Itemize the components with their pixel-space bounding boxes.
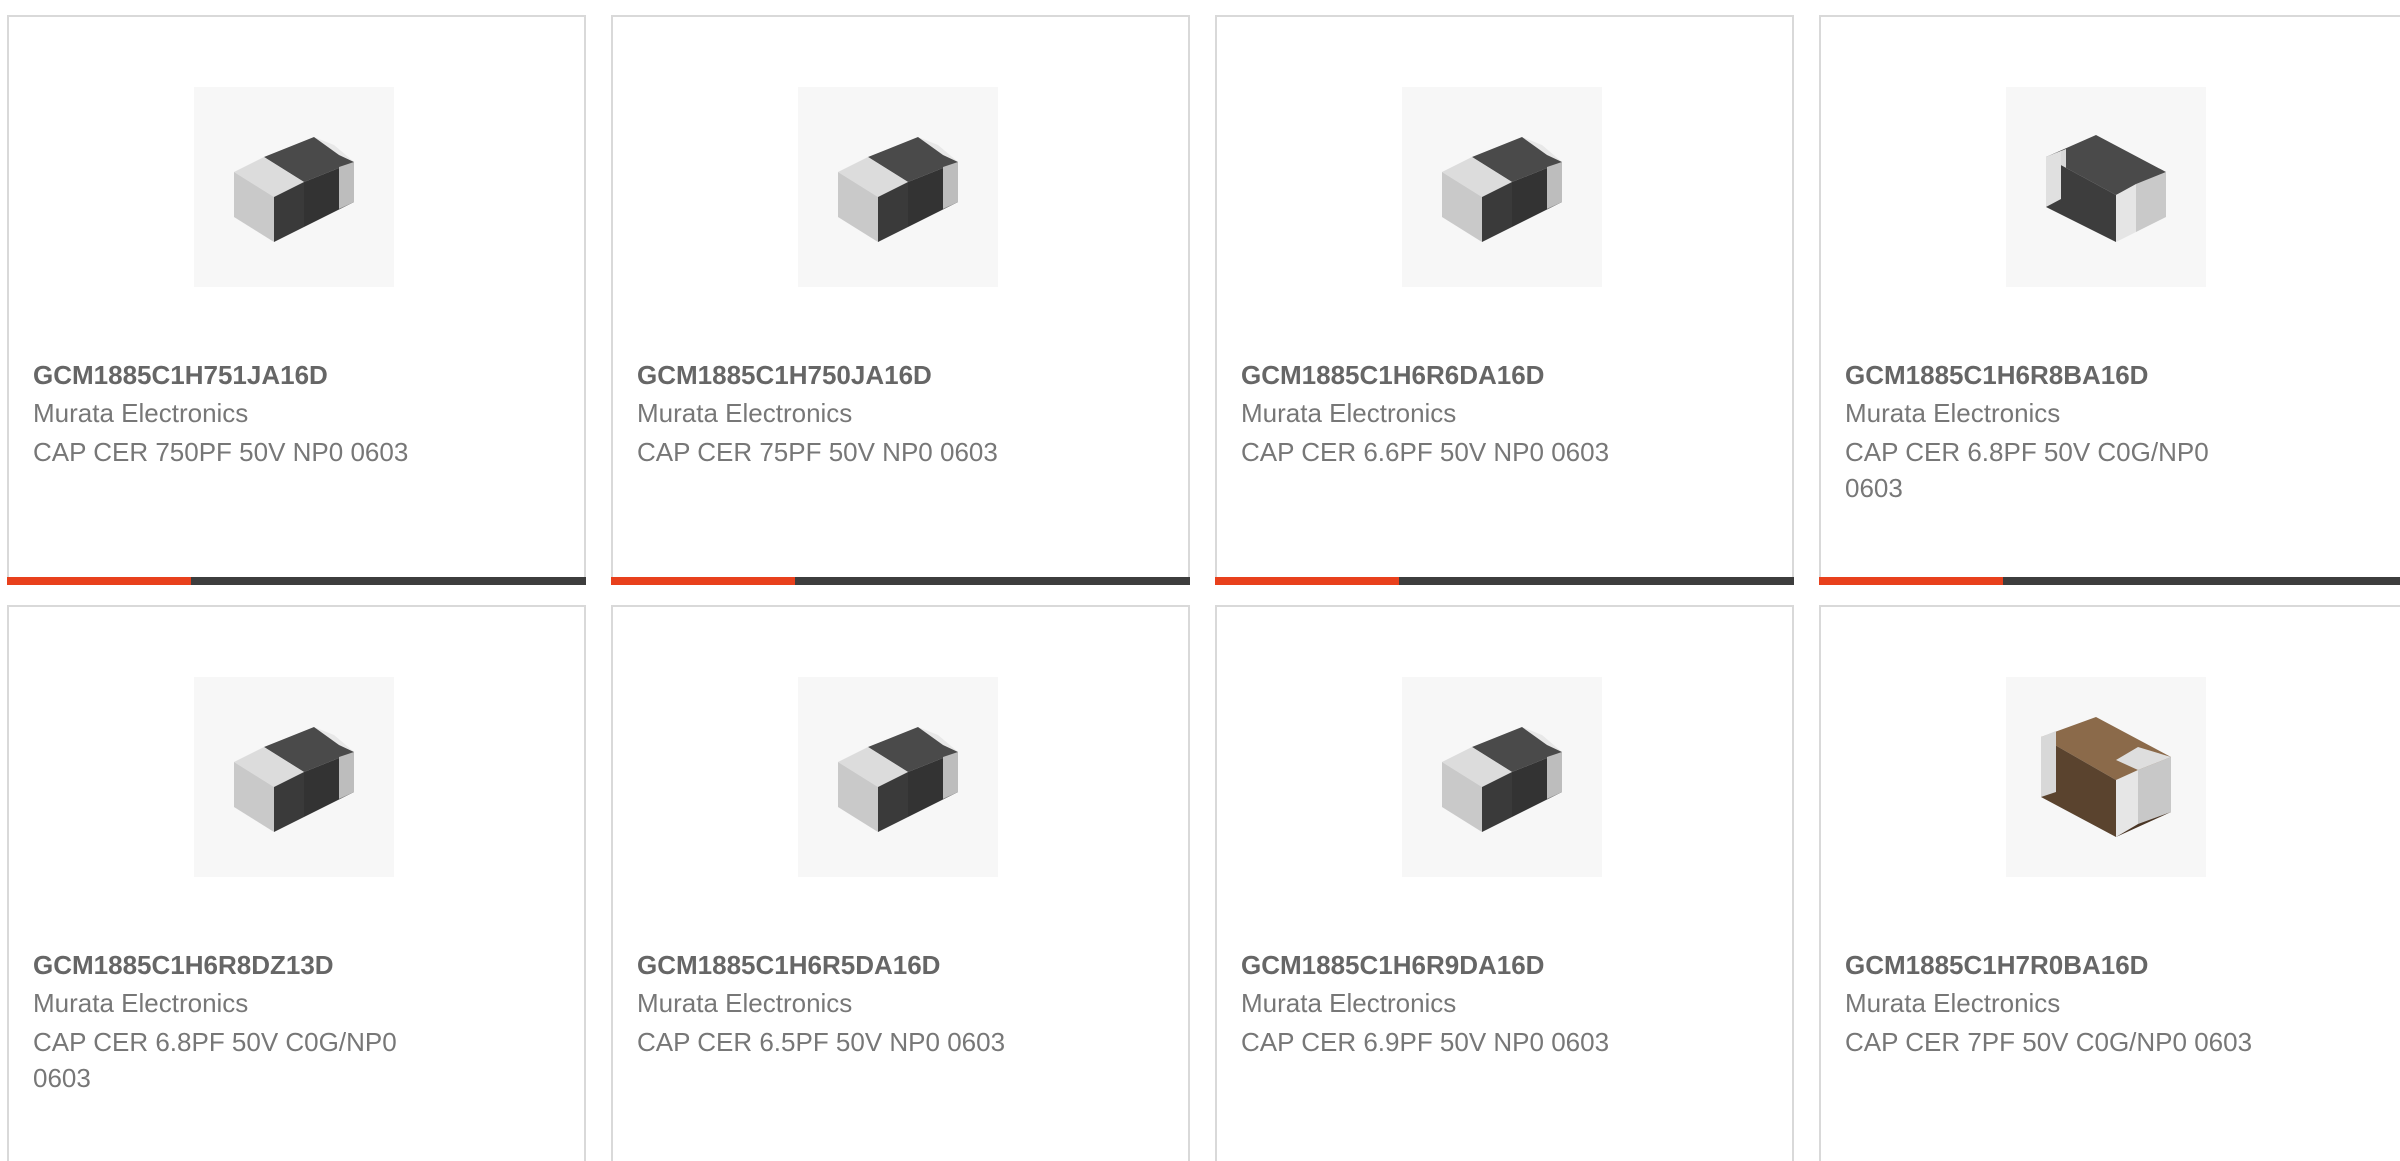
part-number[interactable]: GCM1885C1H6R9DA16D bbox=[1241, 950, 1544, 981]
capacitor-chip-icon bbox=[838, 137, 958, 242]
product-card[interactable]: GCM1885C1H6R6DA16D Murata Electronics CA… bbox=[1215, 15, 1794, 585]
card-bottom-bar bbox=[7, 577, 586, 585]
manufacturer: Murata Electronics bbox=[1241, 988, 1457, 1018]
product-image[interactable] bbox=[1402, 87, 1602, 287]
product-image[interactable] bbox=[1402, 677, 1602, 877]
product-image[interactable] bbox=[798, 87, 998, 287]
capacitor-chip-icon bbox=[234, 727, 354, 832]
manufacturer: Murata Electronics bbox=[1845, 398, 2061, 428]
card-accent-bar bbox=[1819, 577, 2003, 585]
product-card[interactable]: GCM1885C1H6R8DZ13D Murata Electronics CA… bbox=[7, 605, 586, 1161]
product-description: CAP CER 6.6PF 50V NP0 0603 bbox=[1241, 437, 1610, 467]
product-image[interactable] bbox=[798, 677, 998, 877]
product-image[interactable] bbox=[194, 677, 394, 877]
card-bottom-bar bbox=[1215, 577, 1794, 585]
capacitor-chip-icon bbox=[2046, 135, 2166, 242]
part-number[interactable]: GCM1885C1H751JA16D bbox=[33, 360, 328, 391]
product-card[interactable]: GCM1885C1H6R8BA16D Murata Electronics CA… bbox=[1819, 15, 2400, 585]
manufacturer: Murata Electronics bbox=[1845, 988, 2061, 1018]
product-description: CAP CER 7PF 50V C0G/NP0 0603 bbox=[1845, 1027, 2253, 1057]
product-image[interactable] bbox=[2006, 87, 2206, 287]
capacitor-chip-icon bbox=[1442, 727, 1562, 832]
part-number[interactable]: GCM1885C1H6R8DZ13D bbox=[33, 950, 334, 981]
capacitor-chip-icon bbox=[1442, 137, 1562, 242]
product-description: CAP CER 750PF 50V NP0 0603 bbox=[33, 437, 409, 467]
manufacturer: Murata Electronics bbox=[637, 398, 853, 428]
part-number[interactable]: GCM1885C1H7R0BA16D bbox=[1845, 950, 2148, 981]
part-number[interactable]: GCM1885C1H6R8BA16D bbox=[1845, 360, 2148, 391]
manufacturer: Murata Electronics bbox=[33, 988, 249, 1018]
capacitor-chip-icon bbox=[234, 137, 354, 242]
product-description: CAP CER 6.8PF 50V C0G/NP0 0603 bbox=[1845, 437, 2209, 503]
product-image[interactable] bbox=[194, 87, 394, 287]
product-card[interactable]: GCM1885C1H751JA16D Murata Electronics CA… bbox=[7, 15, 586, 585]
manufacturer: Murata Electronics bbox=[637, 988, 853, 1018]
product-description: CAP CER 75PF 50V NP0 0603 bbox=[637, 437, 998, 467]
manufacturer: Murata Electronics bbox=[1241, 398, 1457, 428]
card-bottom-bar bbox=[611, 577, 1190, 585]
capacitor-chip-brown-icon bbox=[2041, 717, 2171, 837]
capacitor-chip-icon bbox=[838, 727, 958, 832]
card-accent-bar bbox=[7, 577, 191, 585]
product-grid: GCM1885C1H751JA16D Murata Electronics CA… bbox=[0, 0, 2400, 1161]
part-number[interactable]: GCM1885C1H750JA16D bbox=[637, 360, 932, 391]
card-bottom-bar bbox=[1819, 577, 2400, 585]
part-number[interactable]: GCM1885C1H6R6DA16D bbox=[1241, 360, 1544, 391]
manufacturer: Murata Electronics bbox=[33, 398, 249, 428]
product-image[interactable] bbox=[2006, 677, 2206, 877]
part-number[interactable]: GCM1885C1H6R5DA16D bbox=[637, 950, 940, 981]
card-accent-bar bbox=[1215, 577, 1399, 585]
product-card[interactable]: GCM1885C1H6R9DA16D Murata Electronics CA… bbox=[1215, 605, 1794, 1161]
product-card[interactable]: GCM1885C1H7R0BA16D Murata Electronics CA… bbox=[1819, 605, 2400, 1161]
product-description: CAP CER 6.8PF 50V C0G/NP0 0603 bbox=[33, 1027, 397, 1093]
product-card[interactable]: GCM1885C1H6R5DA16D Murata Electronics CA… bbox=[611, 605, 1190, 1161]
product-card[interactable]: GCM1885C1H750JA16D Murata Electronics CA… bbox=[611, 15, 1190, 585]
product-description: CAP CER 6.5PF 50V NP0 0603 bbox=[637, 1027, 1006, 1057]
product-description: CAP CER 6.9PF 50V NP0 0603 bbox=[1241, 1027, 1610, 1057]
card-accent-bar bbox=[611, 577, 795, 585]
